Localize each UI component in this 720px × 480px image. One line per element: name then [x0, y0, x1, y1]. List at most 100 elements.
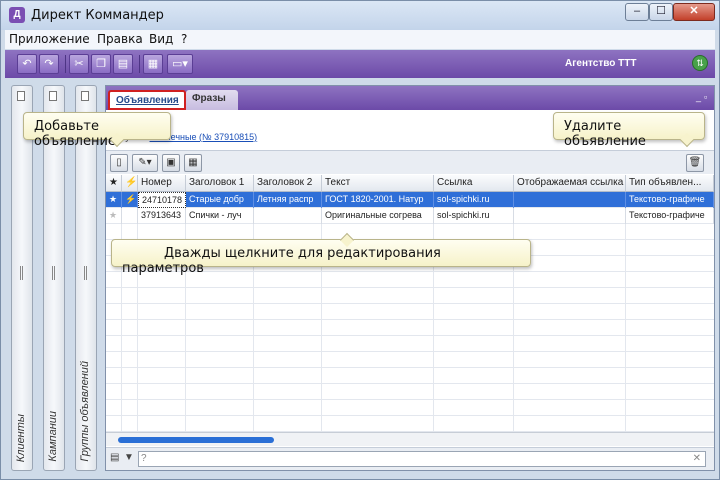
minimize-button[interactable]: –: [625, 3, 649, 21]
cell-title2[interactable]: Летняя распр: [254, 192, 322, 208]
empty-table-row: [106, 304, 714, 320]
tab-ads[interactable]: Объявления: [108, 90, 186, 110]
column-header[interactable]: Отображаемая ссылка: [514, 175, 626, 192]
cell-link[interactable]: sol-spichki.ru: [434, 192, 514, 208]
add-ad-icon[interactable]: ▯: [110, 154, 128, 172]
column-header[interactable]: Ссылка: [434, 175, 514, 192]
column-divider: [121, 288, 122, 304]
flag-header-icon[interactable]: ⚡: [122, 175, 138, 192]
panel-restore-icon[interactable]: ▫: [704, 92, 707, 102]
filter-input[interactable]: ? ✕: [138, 451, 706, 467]
grid-icon[interactable]: ▦: [184, 154, 202, 172]
image-icon[interactable]: ▣: [162, 154, 180, 172]
cell-display-link[interactable]: [514, 192, 626, 208]
list-icon[interactable]: ▤: [110, 452, 119, 463]
delete-ad-tooltip-text: Удалите объявление: [564, 119, 646, 149]
star-header-icon[interactable]: ★: [106, 175, 122, 192]
pin-icon[interactable]: [49, 91, 57, 101]
empty-table-row: [106, 400, 714, 416]
edit-dropdown-icon[interactable]: ✎▾: [132, 154, 158, 172]
undo-icon[interactable]: ↶: [17, 54, 37, 74]
panel-minimize-icon[interactable]: _: [696, 92, 701, 102]
pin-icon[interactable]: [17, 91, 25, 101]
column-divider: [625, 240, 626, 256]
scrollbar-thumb[interactable]: [118, 437, 274, 443]
column-divider: [625, 400, 626, 416]
paste-icon[interactable]: ▤: [113, 54, 133, 74]
layout-dropdown-icon[interactable]: ▭▾: [167, 54, 193, 74]
column-divider: [121, 352, 122, 368]
copy-icon[interactable]: ❐: [91, 54, 111, 74]
column-divider: [433, 400, 434, 416]
column-divider: [433, 336, 434, 352]
column-divider: [513, 288, 514, 304]
empty-table-row: [106, 288, 714, 304]
empty-table-row: [106, 384, 714, 400]
column-divider: [321, 336, 322, 352]
column-divider: [513, 368, 514, 384]
star-icon[interactable]: ★: [106, 192, 122, 208]
star-icon[interactable]: ★: [106, 208, 122, 224]
cell-text[interactable]: ГОСТ 1820-2001. Натур: [322, 192, 434, 208]
column-divider: [185, 224, 186, 240]
lightning-icon: ⚡: [122, 192, 138, 208]
cell-display-link[interactable]: [514, 208, 626, 224]
table-view-icon[interactable]: ▦: [143, 54, 163, 74]
table-row[interactable]: ★ ⚡ 24710178 Старые добр Летняя распр ГО…: [106, 192, 714, 208]
column-divider: [137, 416, 138, 432]
column-divider: [137, 400, 138, 416]
cell-type[interactable]: Текстово-графиче: [626, 192, 714, 208]
column-divider: [137, 304, 138, 320]
sync-status-icon[interactable]: ⇅: [692, 55, 708, 71]
cell-title2[interactable]: [254, 208, 322, 224]
grip-icon[interactable]: [20, 266, 23, 280]
tab-phrases[interactable]: Фразы: [186, 90, 238, 110]
column-divider: [321, 320, 322, 336]
side-panel-clients[interactable]: Клиенты: [11, 85, 33, 471]
maximize-button[interactable]: ☐: [649, 3, 673, 21]
cell-number[interactable]: 37913643: [138, 208, 186, 224]
column-divider: [513, 416, 514, 432]
cut-icon[interactable]: ✂: [69, 54, 89, 74]
cell-link[interactable]: sol-spichki.ru: [434, 208, 514, 224]
column-divider: [625, 272, 626, 288]
column-divider: [121, 400, 122, 416]
cell-type[interactable]: Текстово-графиче: [626, 208, 714, 224]
table-row[interactable]: ★ 37913643 Спички - луч Оригинальные сог…: [106, 208, 714, 224]
column-divider: [433, 320, 434, 336]
column-header[interactable]: Номер: [138, 175, 186, 192]
clear-filter-icon[interactable]: ✕: [693, 453, 701, 464]
redo-icon[interactable]: ↷: [39, 54, 59, 74]
column-header[interactable]: Заголовок 1: [186, 175, 254, 192]
column-divider: [625, 224, 626, 240]
close-button[interactable]: ✕: [673, 3, 715, 21]
column-divider: [513, 272, 514, 288]
column-divider: [433, 224, 434, 240]
column-divider: [185, 400, 186, 416]
column-divider: [185, 368, 186, 384]
menu-application[interactable]: Приложение: [9, 32, 90, 46]
column-divider: [433, 304, 434, 320]
cell-title1[interactable]: Старые добр: [186, 192, 254, 208]
column-divider: [253, 288, 254, 304]
menu-view[interactable]: Вид: [149, 32, 173, 46]
pin-icon[interactable]: [81, 91, 89, 101]
column-divider: [185, 384, 186, 400]
grip-icon[interactable]: [84, 266, 87, 280]
empty-table-row: [106, 224, 714, 240]
horizontal-scrollbar[interactable]: [106, 432, 714, 446]
filter-icon[interactable]: ▼: [124, 452, 134, 463]
column-header[interactable]: Тип объявлен...: [626, 175, 714, 192]
menu-help[interactable]: ?: [181, 32, 187, 46]
column-divider: [321, 384, 322, 400]
column-header[interactable]: Текст: [322, 175, 434, 192]
grip-icon[interactable]: [52, 266, 55, 280]
column-header[interactable]: Заголовок 2: [254, 175, 322, 192]
cell-title1[interactable]: Спички - луч: [186, 208, 254, 224]
delete-ad-icon[interactable]: 🗑: [686, 154, 704, 172]
column-divider: [513, 352, 514, 368]
cell-text[interactable]: Оригинальные согрева: [322, 208, 434, 224]
column-divider: [185, 304, 186, 320]
menu-edit[interactable]: Правка: [97, 32, 143, 46]
cell-number[interactable]: 24710178: [138, 192, 186, 208]
